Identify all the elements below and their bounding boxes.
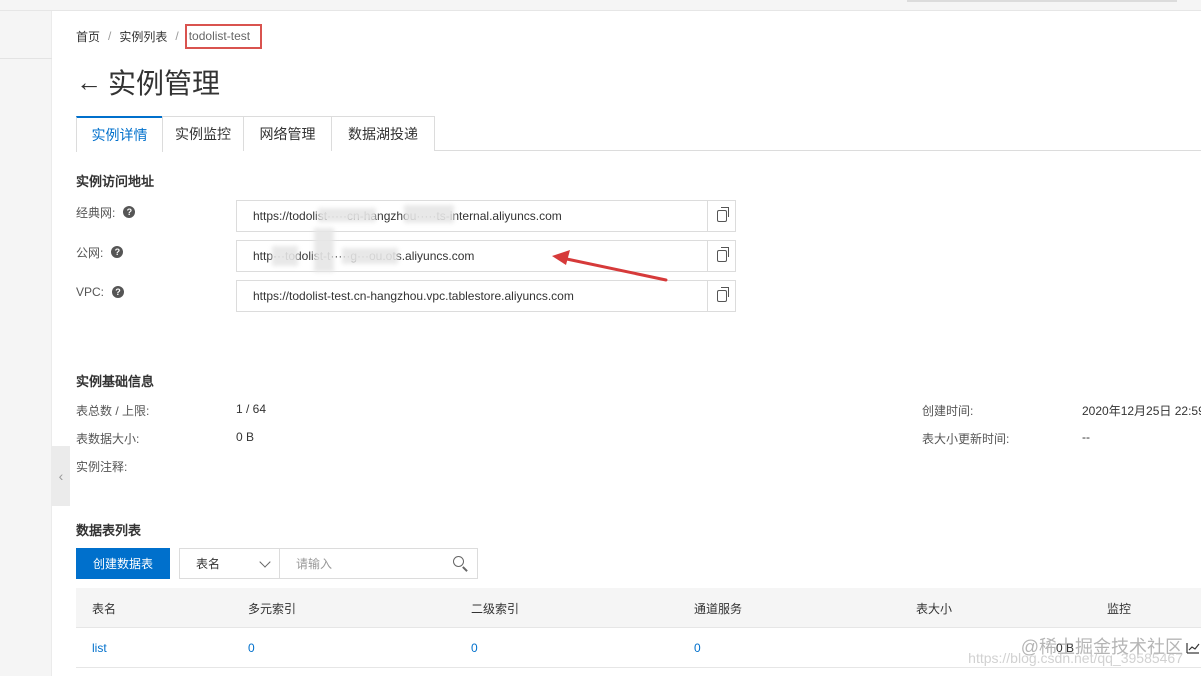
breadcrumb-separator: /: [108, 29, 112, 43]
info-label: 表数据大小:: [76, 432, 140, 446]
multi-index-count[interactable]: 0: [248, 628, 255, 668]
column-header: 多元索引: [248, 601, 297, 616]
info-label: 表大小更新时间:: [922, 432, 1010, 446]
search-input[interactable]: [296, 556, 446, 571]
info-label: 实例注释:: [76, 460, 128, 474]
arrow-left-icon[interactable]: ←: [76, 69, 102, 95]
copy-icon: [716, 207, 729, 222]
address-label: 经典网:?: [76, 200, 136, 224]
tab-instance-details[interactable]: 实例详情: [76, 116, 163, 152]
info-value: 1 / 64: [236, 402, 267, 416]
watermark-url: https://blog.csdn.net/qq_39585467: [968, 650, 1183, 666]
sidebar-collapse-handle[interactable]: ‹: [52, 446, 70, 506]
top-search-stub: [907, 0, 1177, 2]
annotation-arrow-icon: [552, 250, 668, 282]
left-sidebar: [0, 11, 52, 676]
copy-button[interactable]: [707, 201, 735, 231]
search-icon[interactable]: [453, 556, 468, 572]
address-value[interactable]: https://todolist·····cn-hangzhou·····ts-…: [237, 201, 707, 231]
column-header: 二级索引: [471, 601, 520, 616]
chevron-down-icon: [259, 556, 271, 568]
create-table-button[interactable]: 创建数据表: [76, 548, 170, 579]
tables-section-title: 数据表列表: [76, 523, 142, 538]
copy-button[interactable]: [707, 241, 735, 271]
address-field: https://todolist·····cn-hangzhou·····ts-…: [236, 200, 736, 232]
column-header[interactable]: 表名: [92, 588, 116, 628]
breadcrumb-separator: /: [175, 29, 179, 43]
copy-icon: [716, 247, 729, 262]
redaction-mark: [272, 246, 298, 266]
tab-instance-monitoring[interactable]: 实例监控: [162, 116, 244, 151]
info-label: 创建时间:: [922, 404, 974, 418]
address-label-text: VPC:: [76, 285, 105, 299]
page-title-row: ← 实例管理: [76, 64, 220, 100]
search-field: [279, 548, 478, 579]
filter-field-value: 表名: [196, 557, 221, 571]
copy-button[interactable]: [707, 281, 735, 311]
filter-field-select[interactable]: 表名: [179, 548, 280, 579]
table-header: 表名 多元索引 二级索引 通道服务 表大小 监控: [76, 588, 1201, 628]
tab-network-management[interactable]: 网络管理: [243, 116, 332, 151]
column-header: 表大小: [916, 601, 953, 616]
sidebar-divider: [0, 58, 52, 59]
column-header: 通道服务: [694, 601, 743, 616]
redaction-mark: [314, 228, 334, 272]
redaction-mark: [318, 208, 376, 222]
address-label-text: 公网:: [76, 245, 104, 260]
address-label: 公网:?: [76, 240, 124, 264]
info-value: 0 B: [236, 430, 255, 444]
tab-data-lake-delivery[interactable]: 数据湖投递: [331, 116, 435, 151]
breadcrumb-instances[interactable]: 实例列表: [119, 28, 167, 45]
redaction-mark: [342, 248, 398, 264]
breadcrumb: 首页 / 实例列表 / todolist-test: [76, 23, 263, 49]
line-chart-icon[interactable]: [1186, 642, 1200, 654]
info-value: 2020年12月25日 22:59: [1082, 404, 1201, 418]
tab-bar: 实例详情 实例监控 网络管理 数据湖投递: [76, 116, 1201, 152]
secondary-index-count[interactable]: 0: [471, 628, 478, 668]
question-circle-icon[interactable]: ?: [123, 206, 136, 218]
question-circle-icon[interactable]: ?: [112, 286, 125, 298]
breadcrumb-current: todolist-test: [184, 23, 263, 49]
table-name-link[interactable]: list: [92, 628, 107, 668]
tunnel-count[interactable]: 0: [694, 628, 701, 668]
basic-section-title: 实例基础信息: [76, 374, 155, 389]
address-label-text: 经典网:: [76, 205, 116, 220]
page-title: 实例管理: [108, 68, 221, 99]
chevron-left-icon: ‹: [58, 468, 64, 484]
breadcrumb-home[interactable]: 首页: [76, 28, 100, 45]
info-value: --: [1082, 430, 1090, 444]
question-circle-icon[interactable]: ?: [111, 246, 124, 258]
redaction-mark: [404, 205, 454, 223]
access-section-title: 实例访问地址: [76, 174, 155, 189]
basic-info-grid: 表总数 / 上限: 1 / 64 表数据大小: 0 B 实例注释: 创建时间: …: [76, 402, 1201, 482]
address-label: VPC:?: [76, 280, 125, 304]
copy-icon: [716, 287, 729, 302]
top-bar: [0, 0, 1201, 11]
column-header: 监控: [1107, 601, 1132, 616]
info-label: 表总数 / 上限:: [76, 404, 150, 418]
